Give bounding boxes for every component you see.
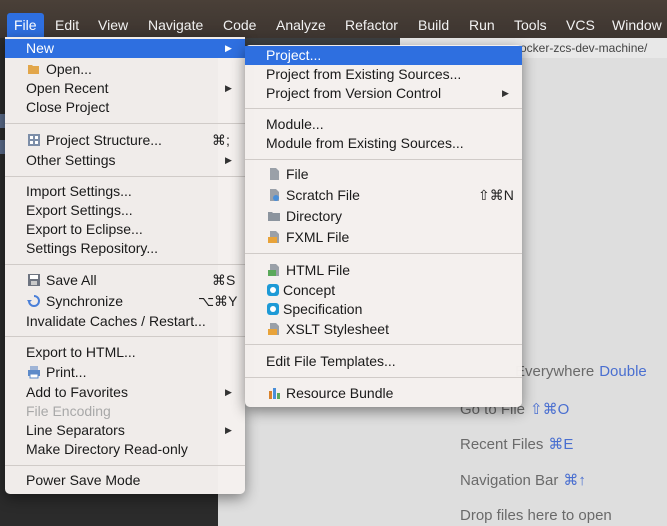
file-menu-save-all[interactable]: Save All ⌘S <box>5 271 245 290</box>
separator <box>5 176 245 177</box>
menu-vcs[interactable]: VCS <box>559 13 602 37</box>
separator <box>245 377 522 378</box>
project-structure-icon <box>28 134 40 146</box>
file-menu-other-settings[interactable]: Other Settings ▶ <box>5 151 245 170</box>
file-menu-synchronize[interactable]: Synchronize ⌥⌘Y <box>5 292 245 311</box>
resource-bundle-icon <box>269 388 280 399</box>
file-icon <box>270 168 279 180</box>
submenu-arrow-icon: ▶ <box>225 387 232 397</box>
file-menu-export-eclipse[interactable]: Export to Eclipse... <box>5 220 245 239</box>
hint-recent-files: Recent Files ⌘E <box>460 436 574 453</box>
new-html-file[interactable]: HTML File <box>245 261 522 280</box>
file-menu: New ▶ Open... Open Recent ▶ Close Projec… <box>5 37 245 494</box>
new-edit-file-templates[interactable]: Edit File Templates... <box>245 352 522 371</box>
menu-navigate[interactable]: Navigate <box>141 13 210 37</box>
new-submenu: Project... Project from Existing Sources… <box>245 45 522 407</box>
file-menu-settings-repository[interactable]: Settings Repository... <box>5 239 245 258</box>
file-menu-line-separators[interactable]: Line Separators ▶ <box>5 421 245 440</box>
directory-icon <box>268 212 280 221</box>
hint-drop-files: Drop files here to open <box>460 507 612 524</box>
new-directory[interactable]: Directory <box>245 207 522 226</box>
separator <box>245 108 522 109</box>
new-scratch-file[interactable]: Scratch File ⇧⌘N <box>245 186 522 205</box>
scratch-file-icon <box>270 189 279 201</box>
file-menu-invalidate-caches[interactable]: Invalidate Caches / Restart... <box>5 312 245 331</box>
menu-run[interactable]: Run <box>462 13 502 37</box>
file-menu-print[interactable]: Print... <box>5 363 245 382</box>
folder-icon <box>28 65 39 74</box>
submenu-arrow-icon: ▶ <box>225 83 232 93</box>
file-menu-import-settings[interactable]: Import Settings... <box>5 182 245 201</box>
file-menu-power-save[interactable]: Power Save Mode <box>5 471 245 490</box>
separator <box>245 344 522 345</box>
separator <box>5 264 245 265</box>
new-resource-bundle[interactable]: Resource Bundle <box>245 384 522 403</box>
separator <box>5 465 245 466</box>
new-project-existing-sources[interactable]: Project from Existing Sources... <box>245 65 522 84</box>
submenu-arrow-icon: ▶ <box>225 155 232 165</box>
menu-bar: File Edit View Navigate Code Analyze Ref… <box>0 0 667 38</box>
new-fxml-file[interactable]: FXML File <box>245 228 522 247</box>
menu-analyze[interactable]: Analyze <box>269 13 333 37</box>
new-module-existing[interactable]: Module from Existing Sources... <box>245 134 522 153</box>
save-icon <box>28 274 40 286</box>
menu-view[interactable]: View <box>91 13 135 37</box>
concept-icon <box>267 284 279 296</box>
hint-navigation-bar: Navigation Bar ⌘↑ <box>460 472 586 489</box>
file-menu-export-html[interactable]: Export to HTML... <box>5 343 245 362</box>
file-menu-open-recent[interactable]: Open Recent ▶ <box>5 79 245 98</box>
file-menu-export-settings[interactable]: Export Settings... <box>5 201 245 220</box>
file-menu-add-favorites[interactable]: Add to Favorites ▶ <box>5 383 245 402</box>
submenu-arrow-icon: ▶ <box>225 43 232 53</box>
new-project-vcs[interactable]: Project from Version Control ▶ <box>245 84 522 103</box>
file-menu-open[interactable]: Open... <box>5 60 245 79</box>
html-file-icon <box>268 264 279 276</box>
file-menu-make-readonly[interactable]: Make Directory Read-only <box>5 440 245 459</box>
new-project[interactable]: Project... <box>245 46 522 65</box>
menu-edit[interactable]: Edit <box>48 13 86 37</box>
menu-window[interactable]: Window <box>605 13 667 37</box>
new-specification[interactable]: Specification <box>245 300 522 319</box>
new-file[interactable]: File <box>245 165 522 184</box>
separator <box>245 159 522 160</box>
xslt-file-icon <box>268 323 279 335</box>
separator <box>5 123 245 124</box>
menu-code[interactable]: Code <box>216 13 263 37</box>
new-module[interactable]: Module... <box>245 115 522 134</box>
hint-search-everywhere: Everywhere Double <box>515 363 647 380</box>
file-menu-project-structure[interactable]: Project Structure... ⌘; <box>5 131 245 150</box>
new-concept[interactable]: Concept <box>245 281 522 300</box>
file-menu-close-project[interactable]: Close Project <box>5 98 245 117</box>
new-xslt-stylesheet[interactable]: XSLT Stylesheet <box>245 320 522 339</box>
separator <box>245 253 522 254</box>
menu-tools[interactable]: Tools <box>507 13 554 37</box>
menu-refactor[interactable]: Refactor <box>338 13 405 37</box>
synchronize-icon <box>27 295 40 307</box>
submenu-arrow-icon: ▶ <box>225 425 232 435</box>
print-icon <box>28 366 40 379</box>
specification-icon <box>267 303 279 315</box>
fxml-file-icon <box>268 231 279 243</box>
menu-file[interactable]: File <box>7 13 44 37</box>
file-menu-file-encoding: File Encoding <box>26 403 111 419</box>
menu-build[interactable]: Build <box>411 13 456 37</box>
separator <box>5 336 245 337</box>
file-menu-new[interactable]: New ▶ <box>5 39 245 58</box>
submenu-arrow-icon: ▶ <box>502 88 509 98</box>
